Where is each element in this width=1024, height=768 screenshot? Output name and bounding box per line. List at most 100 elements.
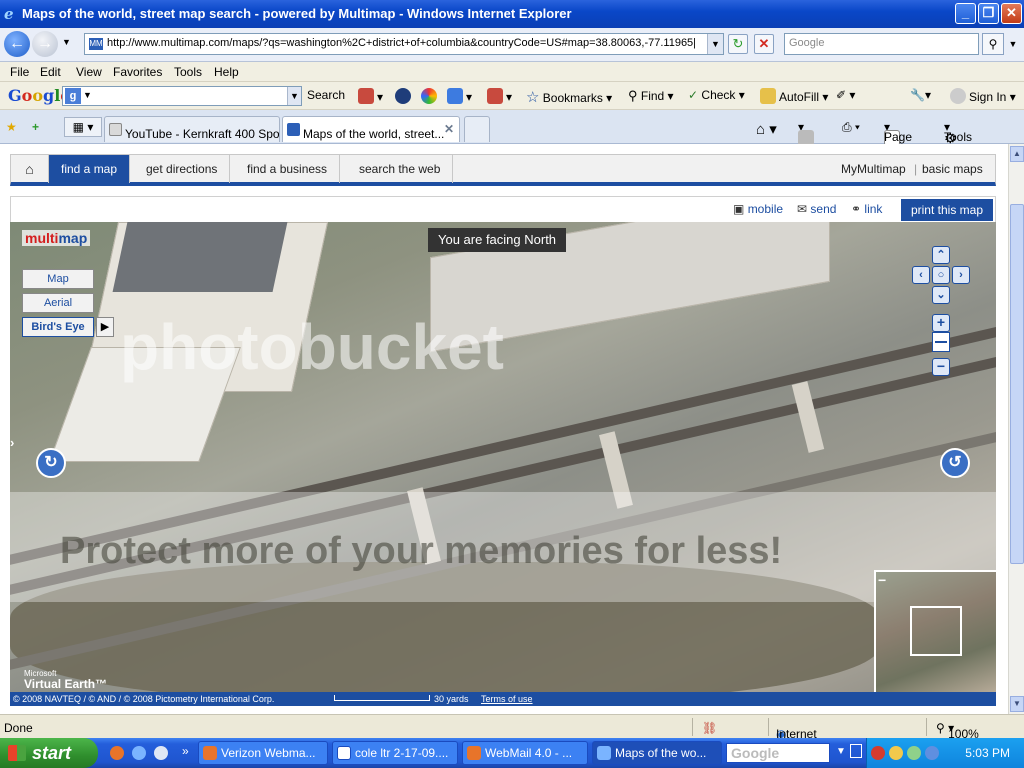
taskbar-item-letter[interactable]: cole ltr 2-17-09.... (332, 741, 458, 765)
add-button-icon[interactable]: ▾ (447, 88, 472, 104)
start-button[interactable]: start (0, 738, 98, 768)
chevron-right-icon[interactable]: ▶ (96, 317, 114, 337)
pan-up-icon[interactable]: ⌃ (932, 246, 950, 264)
send-link[interactable]: ✉ send (797, 202, 836, 216)
taskbar-item-multimap[interactable]: Maps of the wo... (592, 741, 722, 765)
tab-youtube[interactable]: YouTube - Kernkraft 400 Spo... (104, 116, 280, 142)
page-menu-button[interactable]: Page ▾ (884, 120, 912, 146)
messenger-tray-icon[interactable] (907, 746, 921, 760)
popup-blocker-icon[interactable]: ▾ (487, 88, 512, 104)
firefox-quicklaunch-icon[interactable] (110, 746, 124, 760)
menu-favorites[interactable]: Favorites (113, 65, 162, 79)
zoom-level[interactable]: ⚲ 100% ▾ (936, 721, 979, 741)
nav-basic-maps[interactable]: basic maps (922, 155, 983, 183)
search-icon[interactable]: ⚲ (982, 33, 1004, 55)
desktop-search-options-icon[interactable]: ▼ (836, 746, 846, 757)
new-tab-button[interactable] (464, 116, 490, 142)
network-tray-icon[interactable] (889, 746, 903, 760)
nav-search-the-web[interactable]: search the web (347, 155, 454, 183)
pan-down-icon[interactable]: ⌄ (932, 286, 950, 304)
tools-menu-button[interactable]: ⚙ Tools ▾ (944, 120, 972, 146)
zoom-in-icon[interactable]: + (932, 314, 950, 332)
chevron-right-icon[interactable]: » (182, 744, 189, 758)
google-search-dropdown-icon[interactable]: ▼ (287, 87, 301, 105)
forward-button[interactable]: → (32, 31, 58, 57)
globe-icon[interactable] (395, 88, 414, 104)
map-type-birds-eye[interactable]: Bird's Eye (22, 317, 94, 337)
overview-map[interactable]: − (874, 570, 996, 692)
close-tab-icon[interactable]: ✕ (444, 122, 454, 136)
restore-button[interactable]: ❐ (978, 3, 999, 24)
print-icon[interactable]: ⎙ ▾ (842, 120, 860, 135)
highlight-icon[interactable]: ✐ ▾ (836, 88, 855, 102)
overview-viewport-box[interactable] (910, 606, 962, 656)
favorites-star-icon[interactable]: ★ (6, 120, 17, 134)
taskbar-item-verizon[interactable]: Verizon Webma... (198, 741, 328, 765)
birds-eye-map[interactable]: photobucket Protect more of your memorie… (10, 222, 996, 692)
google-search-input[interactable]: g ▼ ▼ (62, 86, 302, 106)
chevron-down-icon[interactable]: ▼ (83, 90, 92, 100)
quick-tabs-button[interactable]: ▦ ▾ (64, 117, 102, 137)
taskbar-item-webmail[interactable]: WebMail 4.0 - ... (462, 741, 588, 765)
media-player-quicklaunch-icon[interactable] (154, 746, 168, 760)
volume-tray-icon[interactable] (925, 746, 939, 760)
nav-find-a-map[interactable]: find a map (49, 155, 131, 183)
pan-center-icon[interactable]: ○ (932, 266, 950, 284)
print-map-button[interactable]: print this map (900, 199, 993, 221)
wrench-icon[interactable]: 🔧▾ (910, 88, 931, 102)
zoom-slider[interactable] (932, 332, 950, 352)
terms-of-use-link[interactable]: Terms of use (481, 692, 533, 706)
google-desktop-search[interactable]: Google (726, 743, 830, 763)
scroll-down-icon[interactable]: ▼ (1010, 696, 1024, 712)
zoom-out-icon[interactable]: − (932, 358, 950, 376)
nav-mymultimap[interactable]: MyMultimap (841, 155, 906, 183)
minimize-button[interactable]: _ (955, 3, 976, 24)
scroll-up-icon[interactable]: ▲ (1010, 146, 1024, 162)
feeds-icon[interactable]: ▾ (798, 120, 814, 146)
close-button[interactable]: ✕ (1001, 3, 1022, 24)
autofill-button[interactable]: AutoFill ▾ (760, 88, 828, 104)
menu-file[interactable]: File (10, 65, 29, 79)
find-button[interactable]: ⚲ Find ▾ (628, 88, 674, 104)
expand-panel-icon[interactable]: › (10, 435, 20, 455)
stop-button[interactable]: ✕ (754, 34, 774, 54)
add-favorite-icon[interactable]: + (32, 120, 39, 134)
map-type-map[interactable]: Map (22, 269, 94, 289)
minimize-overview-icon[interactable]: − (878, 572, 886, 588)
google-search-button[interactable]: Search (307, 88, 345, 102)
home-icon[interactable]: ⌂ ▾ (756, 120, 777, 138)
show-desktop-icon[interactable] (850, 744, 862, 758)
vertical-scrollbar[interactable]: ▲ ▼ (1008, 144, 1024, 714)
menu-view[interactable]: View (76, 65, 102, 79)
menu-edit[interactable]: Edit (40, 65, 61, 79)
signin-button[interactable]: Sign In ▾ (950, 88, 1016, 104)
scroll-thumb[interactable] (1010, 204, 1024, 564)
rotate-clockwise-icon[interactable]: ↻ (36, 448, 66, 478)
news-icon[interactable]: ▾ (358, 88, 383, 104)
link-link[interactable]: ⚭ link (851, 202, 882, 216)
address-dropdown-icon[interactable]: ▼ (707, 34, 723, 54)
back-button[interactable]: ← (4, 31, 30, 57)
nav-find-a-business[interactable]: find a business (235, 155, 341, 183)
menu-help[interactable]: Help (214, 65, 239, 79)
search-options-icon[interactable]: ▼ (1006, 33, 1020, 55)
refresh-button[interactable]: ↻ (728, 34, 748, 54)
picasa-icon[interactable] (421, 88, 440, 104)
bookmarks-button[interactable]: ☆ Bookmarks ▾ (526, 88, 612, 106)
history-dropdown-icon[interactable]: ▼ (62, 37, 71, 47)
menu-tools[interactable]: Tools (174, 65, 202, 79)
rotate-counterclockwise-icon[interactable]: ↺ (940, 448, 970, 478)
map-type-aerial[interactable]: Aerial (22, 293, 94, 313)
tab-multimap[interactable]: Maps of the world, street... ✕ (282, 116, 460, 142)
pan-left-icon[interactable]: ‹ (912, 266, 930, 284)
mobile-link[interactable]: ▣ mobile (733, 202, 783, 216)
nav-get-directions[interactable]: get directions (134, 155, 231, 183)
pan-right-icon[interactable]: › (952, 266, 970, 284)
ie-quicklaunch-icon[interactable] (132, 746, 146, 760)
home-icon[interactable]: ⌂ (11, 155, 49, 183)
search-input[interactable]: Google (784, 33, 979, 55)
status-separator (692, 718, 693, 736)
spell-check-button[interactable]: ✓ Check ▾ (688, 88, 745, 102)
antivirus-tray-icon[interactable] (871, 746, 885, 760)
address-field[interactable]: MM http://www.multimap.com/maps/?qs=wash… (84, 33, 724, 55)
